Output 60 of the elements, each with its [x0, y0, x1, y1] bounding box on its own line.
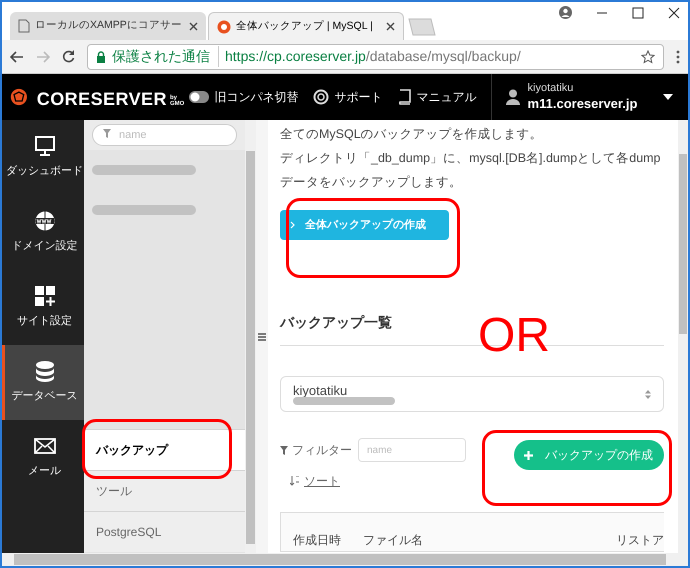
sidebar-item[interactable]: ドメイン設定 [2, 195, 84, 270]
back-icon[interactable] [10, 50, 24, 62]
user-name: kiyotatiku [528, 82, 574, 96]
address-bar[interactable]: 保護された通信 https://cp.coreserver.jp/database/mysql/backup/ [87, 44, 664, 70]
filter-label: フィルター [280, 441, 352, 459]
grid-plus-icon [34, 285, 56, 308]
page-icon [18, 19, 30, 33]
browser-tab[interactable]: ローカルのXAMPPにコアサー [10, 12, 206, 40]
user-icon [506, 89, 520, 105]
nav-link[interactable]: マニュアル [396, 88, 477, 106]
sidebar-item[interactable]: データベース [2, 345, 84, 420]
sort-icon [290, 476, 300, 486]
sort-link[interactable]: ソート [304, 472, 340, 490]
sidebar-item[interactable]: ダッシュボード [2, 120, 84, 195]
monitor-icon [34, 135, 56, 158]
plus-icon [524, 450, 533, 460]
subnav-item[interactable]: ツール [84, 470, 245, 511]
close-icon[interactable] [189, 22, 198, 30]
security-label: 保護された通信 [112, 46, 219, 67]
column-header[interactable]: リストア [616, 531, 664, 549]
server-host: m11.coreserver.jp [528, 96, 638, 112]
toggle-icon [188, 91, 209, 103]
star-icon[interactable] [641, 50, 655, 64]
description-text: ディレクトリ「_db_dump」に、mysql.[DB名].dumpとして各dumpデータをバックアップします。 [280, 150, 662, 191]
globe-icon [34, 210, 56, 232]
column-header[interactable]: ファイル名 [363, 531, 616, 549]
filter-icon [280, 446, 288, 454]
account-icon[interactable] [559, 6, 572, 19]
lock-icon [96, 50, 106, 62]
menu-icon[interactable] [676, 50, 680, 64]
url-text: https://cp.coreserver.jp/database/mysql/backup/ [225, 47, 522, 66]
sidebar-item[interactable]: サイト設定 [2, 270, 84, 345]
search-field[interactable]: name [92, 124, 237, 146]
nav-link[interactable]: サポート [312, 88, 383, 106]
browser-tab[interactable]: 全体バックアップ | MySQL | [208, 12, 404, 40]
close-icon[interactable] [386, 22, 395, 31]
filter-field[interactable]: name [358, 438, 466, 462]
scrollbar-thumb[interactable] [679, 154, 687, 334]
maximize-icon[interactable] [632, 6, 644, 18]
caret-icon[interactable] [663, 94, 674, 100]
close-icon[interactable] [668, 6, 680, 18]
sidebar-item[interactable]: メール [2, 420, 84, 495]
filter-icon [103, 129, 111, 138]
nav-link[interactable]: 旧コンパネ切替 [188, 88, 299, 106]
database-icon [34, 360, 56, 382]
handle-icon[interactable] [258, 332, 266, 340]
database-select[interactable]: kiyotatiku [280, 376, 664, 412]
brand-name: CORESERVER [36, 90, 167, 108]
reload-icon[interactable] [62, 50, 75, 63]
subnav-item[interactable]: バックアップ [84, 429, 245, 470]
column-header[interactable]: 作成日時 [281, 531, 363, 549]
chevron-icon [290, 221, 295, 229]
spinner-icon [645, 390, 651, 398]
scrollbar-thumb[interactable] [14, 554, 666, 565]
lifebuoy-icon [312, 89, 329, 105]
description-text: 全てのMySQLのバックアップを作成します。 [280, 126, 544, 143]
annotation-text: OR [478, 312, 550, 360]
brand-logo-icon [10, 86, 28, 108]
scrollbar-thumb[interactable] [246, 151, 255, 544]
subnav-item[interactable]: PostgreSQL [84, 511, 245, 552]
